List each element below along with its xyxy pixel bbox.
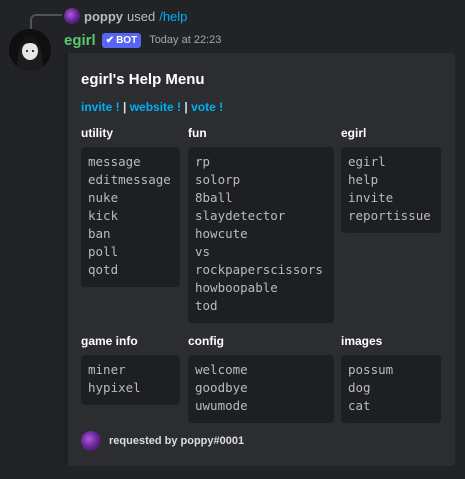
embed-title: egirl's Help Menu (81, 71, 205, 88)
command-item: egirl (348, 154, 386, 169)
command-item: possum (348, 362, 394, 377)
footer-avatar-icon (81, 431, 101, 451)
command-item: rp (195, 154, 211, 169)
field-value-game-info: miner hypixel (81, 355, 180, 405)
field-name-config: config (188, 334, 224, 348)
field-value-utility: message editmessage nuke kick ban poll q… (81, 147, 180, 287)
bot-avatar[interactable] (9, 29, 51, 71)
reply-user-avatar[interactable] (64, 8, 80, 24)
field-name-game-info: game info (81, 334, 138, 348)
message-author[interactable]: egirl (64, 32, 96, 49)
embed-footer: requested by poppy#0001 (81, 431, 244, 451)
command-item: qotd (88, 262, 119, 277)
field-value-fun: rp solorp 8ball slaydetector howcute vs … (188, 147, 334, 323)
command-item: message (88, 154, 141, 169)
command-item: welcome (195, 362, 248, 377)
vote-link[interactable]: vote ! (191, 100, 223, 114)
footer-text: requested by poppy#0001 (109, 435, 245, 447)
field-value-egirl: egirl help invite reportissue (341, 147, 441, 233)
field-name-egirl: egirl (341, 126, 367, 140)
command-item: 8ball (195, 190, 233, 205)
reply-reference[interactable]: poppy used /help (64, 7, 187, 25)
field-value-images: possum dog cat (341, 355, 441, 423)
embed-links: invite ! | website ! | vote ! (81, 100, 223, 114)
field-name-fun: fun (188, 126, 207, 140)
invite-link[interactable]: invite ! (81, 100, 120, 114)
reply-used-text: used (127, 8, 156, 24)
reply-command[interactable]: /help (159, 9, 187, 24)
command-item: solorp (195, 172, 241, 187)
bot-badge-label: BOT (116, 34, 138, 46)
field-name-utility: utility (81, 126, 113, 140)
command-item: hypixel (88, 380, 141, 395)
command-item: invite (348, 190, 394, 205)
command-item: help (348, 172, 379, 187)
checkmark-icon: ✔ (105, 34, 115, 46)
command-item: dog (348, 380, 371, 395)
command-item: ban (88, 226, 111, 241)
message-timestamp[interactable]: Today at 22:23 (149, 34, 221, 46)
website-link[interactable]: website ! (130, 100, 181, 114)
command-item: tod (195, 298, 218, 313)
field-value-config: welcome goodbye uwumode (188, 355, 334, 423)
command-item: reportissue (348, 208, 431, 223)
command-item: howboopable (195, 280, 278, 295)
command-item: slaydetector (195, 208, 286, 223)
avatar-icon (9, 29, 51, 71)
reply-username[interactable]: poppy (84, 9, 123, 24)
command-item: miner (88, 362, 126, 377)
help-embed: egirl's Help Menu invite ! | website ! |… (64, 53, 455, 466)
command-item: poll (88, 244, 119, 259)
command-item: goodbye (195, 380, 248, 395)
command-item: editmessage (88, 172, 171, 187)
command-item: uwumode (195, 398, 248, 413)
command-item: rockpaperscissors (195, 262, 323, 277)
command-item: vs (195, 244, 211, 259)
command-item: howcute (195, 226, 248, 241)
command-item: kick (88, 208, 119, 223)
message-header: egirl ✔ BOT Today at 22:23 (64, 30, 221, 50)
field-name-images: images (341, 334, 383, 348)
bot-badge: ✔ BOT (101, 32, 142, 48)
command-item: nuke (88, 190, 119, 205)
link-separator: | (119, 100, 130, 114)
command-item: cat (348, 398, 371, 413)
link-separator: | (181, 100, 192, 114)
reply-connector (30, 14, 62, 30)
